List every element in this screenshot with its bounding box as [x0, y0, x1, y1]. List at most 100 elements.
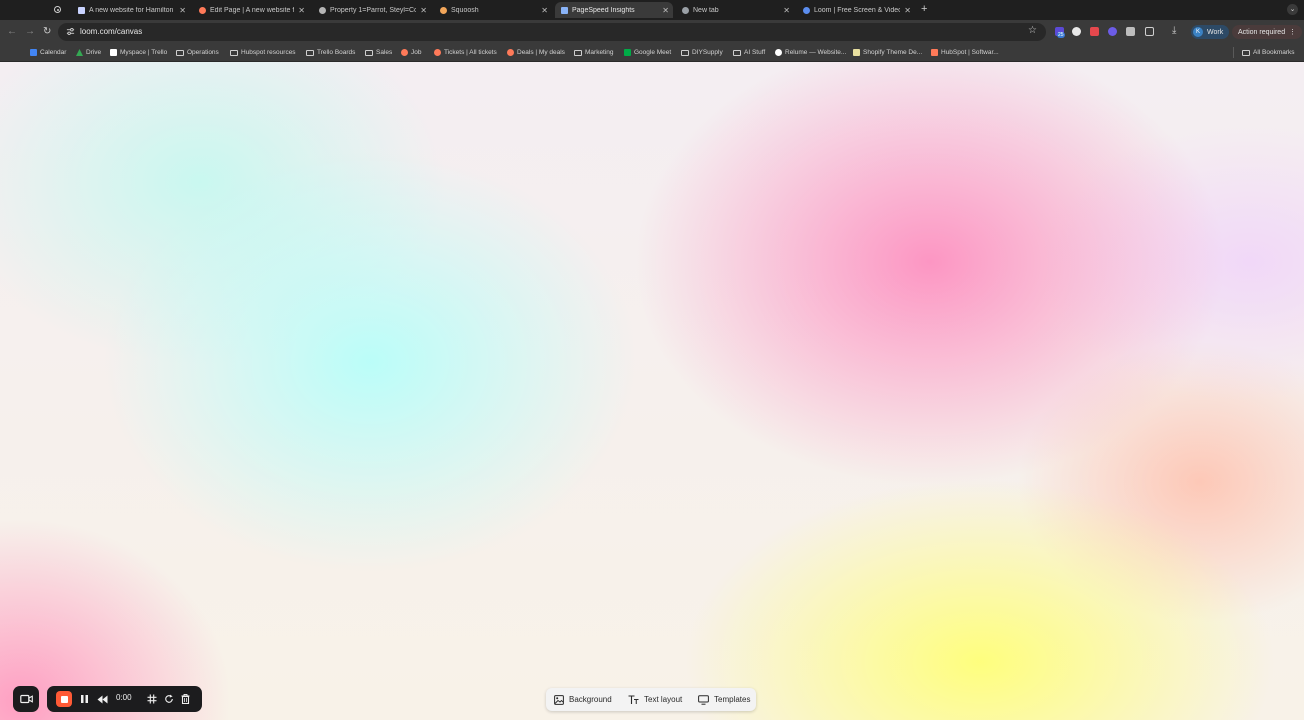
bookmark-job[interactable]: Job — [401, 47, 421, 58]
bookmark-myspace[interactable]: Myspace | Trello — [110, 47, 167, 58]
bookmark-calendar[interactable]: Calendar — [30, 47, 66, 58]
tab-pagespeed[interactable]: PageSpeed Insights ✕ — [555, 2, 673, 18]
bookmark-shopify-theme[interactable]: Shopify Theme De... — [853, 47, 922, 58]
tab-squoosh[interactable]: Squoosh ✕ — [434, 2, 552, 18]
tab-hamilton[interactable]: A new website for Hamilton 2 ✕ — [72, 2, 190, 18]
recording-controls: 0:00 — [47, 686, 202, 712]
bookmarks-bar: Calendar Drive Myspace | Trello Operatio… — [0, 44, 1304, 62]
bookmark-hubspot-software[interactable]: HubSpot | Softwar... — [931, 47, 999, 58]
url-text: loom.com/canvas — [80, 27, 143, 36]
tab-loom[interactable]: Loom | Free Screen & Video R ✕ — [797, 2, 915, 18]
new-tab-button[interactable]: + — [921, 3, 927, 15]
tab-strip: A new website for Hamilton 2 ✕ Edit Page… — [0, 0, 1304, 20]
bookmark-folder-operations[interactable]: Operations — [176, 47, 219, 58]
bookmark-label: HubSpot | Softwar... — [941, 49, 999, 56]
recording-timer: 0:00 — [116, 693, 132, 702]
pause-button[interactable] — [76, 691, 92, 707]
close-icon[interactable]: ✕ — [904, 6, 911, 15]
extension-icon[interactable] — [1072, 27, 1081, 36]
download-icon[interactable]: ⤓ — [1172, 25, 1176, 36]
pause-icon — [80, 695, 88, 703]
tab-title: Loom | Free Screen & Video R — [814, 6, 901, 14]
rewind-icon — [97, 695, 107, 703]
reload-icon[interactable]: ↻ — [43, 26, 51, 37]
stop-recording-button[interactable] — [56, 691, 72, 707]
camera-toggle-button[interactable] — [13, 686, 39, 712]
bookmark-folder-trello-boards[interactable]: Trello Boards — [306, 47, 355, 58]
bookmark-label: Operations — [187, 49, 219, 56]
camera-icon — [19, 694, 33, 704]
bookmark-folder-hubspot-resources[interactable]: Hubspot resources — [230, 47, 296, 58]
bookmark-folder-marketing[interactable]: Marketing — [574, 47, 614, 58]
extension-icon[interactable] — [1108, 27, 1117, 36]
bookmark-label: Relume — Website... — [785, 49, 847, 56]
page-icon — [78, 6, 85, 14]
folder-icon — [306, 49, 314, 56]
close-icon[interactable]: ✕ — [179, 6, 186, 15]
bookmark-relume[interactable]: Relume — Website... — [775, 47, 846, 58]
tab-property[interactable]: Property 1=Parrot, Steyl=Coll ✕ — [313, 2, 431, 18]
extension-icon[interactable] — [1090, 27, 1099, 36]
text-layout-button[interactable]: Text layout — [628, 688, 682, 711]
more-menu-icon: ⋮ — [1289, 29, 1297, 36]
close-icon[interactable]: ✕ — [783, 6, 790, 15]
folder-icon — [230, 49, 238, 56]
hubspot-icon — [199, 6, 206, 14]
bookmark-tickets[interactable]: Tickets | All tickets — [434, 47, 497, 58]
templates-button[interactable]: Templates — [698, 688, 750, 711]
restart-icon — [165, 694, 173, 703]
bookmark-label: All Bookmarks — [1253, 49, 1295, 56]
all-bookmarks-button[interactable]: All Bookmarks — [1242, 47, 1295, 58]
bookmark-folder-ai-stuff[interactable]: AI Stuff — [733, 47, 765, 58]
close-icon[interactable]: ✕ — [541, 6, 548, 15]
bookmark-label: Trello Boards — [317, 49, 356, 56]
action-required-button[interactable]: Action required ⋮ — [1232, 25, 1303, 39]
monitor-icon — [698, 694, 709, 705]
bookmark-label: Shopify Theme De... — [863, 49, 923, 56]
bookmark-label: Sales — [376, 49, 393, 56]
bookmark-label: Google Meet — [634, 49, 672, 56]
bookmark-folder-sales[interactable]: Sales — [365, 47, 392, 58]
globe-icon — [319, 6, 326, 14]
extensions-puzzle-icon[interactable] — [1145, 27, 1154, 36]
address-bar[interactable]: loom.com/canvas ☆ — [58, 23, 1046, 41]
pagespeed-icon — [561, 6, 568, 14]
hubspot-icon — [401, 49, 408, 56]
forward-arrow-icon[interactable]: → — [25, 26, 35, 37]
tab-title: Squoosh — [451, 6, 479, 14]
profile-button[interactable]: K Work — [1191, 25, 1230, 39]
restart-button[interactable] — [161, 691, 177, 707]
bookmark-star-icon[interactable]: ☆ — [1028, 25, 1037, 36]
bookmark-drive[interactable]: Drive — [76, 47, 101, 58]
image-icon — [554, 694, 564, 705]
avatar: K — [1193, 27, 1203, 37]
bookmark-label: DIYSupply — [692, 49, 723, 56]
grid-button[interactable] — [144, 691, 160, 707]
loom-canvas[interactable] — [0, 62, 1304, 720]
chrome-icon — [682, 6, 689, 14]
profile-label: Work — [1207, 28, 1224, 36]
bookmark-deals[interactable]: Deals | My deals — [507, 47, 565, 58]
delete-button[interactable] — [177, 691, 193, 707]
bookmark-label: Deals | My deals — [517, 49, 565, 56]
extension-icon[interactable] — [1126, 27, 1135, 36]
tab-new-tab[interactable]: New tab ✕ — [676, 2, 794, 18]
close-icon[interactable]: ✕ — [662, 6, 669, 15]
tab-edit-page[interactable]: Edit Page | A new website for ✕ — [193, 2, 309, 18]
trash-icon — [181, 694, 189, 704]
back-arrow-icon[interactable]: ← — [7, 26, 17, 37]
close-icon[interactable]: ✕ — [298, 6, 305, 15]
close-icon[interactable]: ✕ — [420, 6, 427, 15]
bookmark-label: Job — [411, 49, 422, 56]
bookmark-google-meet[interactable]: Google Meet — [624, 47, 671, 58]
squoosh-icon — [440, 6, 447, 14]
bookmark-label: AI Stuff — [744, 49, 766, 56]
bookmark-folder-diysupply[interactable]: DIYSupply — [681, 47, 723, 58]
browser-toolbar: ← → ↻ loom.com/canvas ☆ 25 ⤓ K Work Acti… — [0, 20, 1304, 44]
background-button[interactable]: Background — [554, 688, 612, 711]
tab-search-button[interactable]: ⌄ — [1287, 4, 1298, 15]
site-info-icon[interactable] — [66, 27, 75, 36]
rewind-button[interactable] — [94, 691, 110, 707]
drive-icon — [76, 49, 83, 56]
bookmark-label: Myspace | Trello — [120, 49, 168, 56]
